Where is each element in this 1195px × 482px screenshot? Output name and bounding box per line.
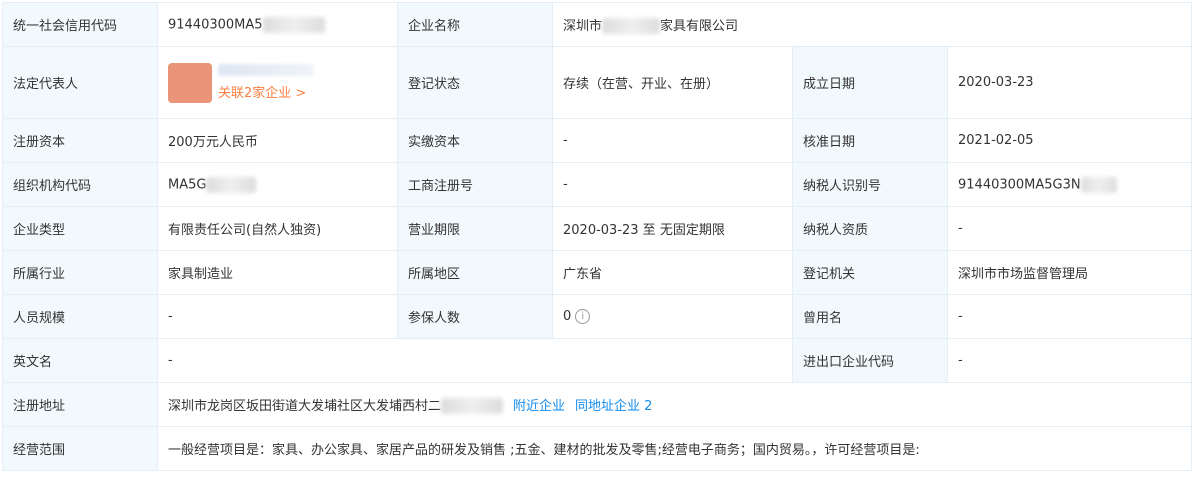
legal-rep-card: 关联2家企业 > [168,62,387,103]
value-insured-count: 0i [552,294,793,339]
row-reg-address: 注册地址 深圳市龙岗区坂田街道大发埔社区大发埔西村二 附近企业 同地址企业 2 [2,382,1192,427]
info-circle-icon[interactable]: i [575,309,591,324]
value-staff-size: - [157,294,398,339]
row-biz-scope: 经营范围 一般经营项目是：家具、办公家具、家居产品的研发及销售 ;五金、建材的批… [2,426,1192,471]
legal-rep-text: 关联2家企业 > [218,64,314,101]
value-reg-address: 深圳市龙岗区坂田街道大发埔社区大发埔西村二 附近企业 同地址企业 2 [157,382,1192,427]
value-reg-status: 存续（在营、开业、在册） [552,46,793,119]
row-credit-code: 统一社会信用代码 91440300MA5 企业名称 深圳市 家具有限公司 [2,2,1192,47]
label-biz-reg-no: 工商注册号 [397,162,553,207]
label-company-name: 企业名称 [397,2,553,47]
nearby-companies-link[interactable]: 附近企业 [513,399,565,414]
label-import-export-code: 进出口企业代码 [792,338,948,383]
value-former-name: - [947,294,1192,339]
value-biz-term: 2020-03-23 至 无固定期限 [552,206,793,251]
value-reg-authority: 深圳市市场监督管理局 [947,250,1192,295]
org-code-text: MA5G [168,177,207,192]
row-org-code: 组织机构代码 MA5G 工商注册号 - 纳税人识别号 91440300MA5G3… [2,162,1192,207]
company-info-table: 统一社会信用代码 91440300MA5 企业名称 深圳市 家具有限公司 法定代表… [2,2,1192,471]
avatar[interactable] [168,62,212,103]
company-name-suffix: 家具有限公司 [660,18,739,34]
value-taxpayer-id: 91440300MA5G3N [947,162,1192,207]
value-founded: 2020-03-23 [947,46,1192,119]
value-credit-code: 91440300MA5 [157,2,398,47]
label-credit-code: 统一社会信用代码 [2,2,158,47]
label-founded: 成立日期 [792,46,948,119]
label-company-type: 企业类型 [2,206,158,251]
value-biz-scope: 一般经营项目是：家具、办公家具、家居产品的研发及销售 ;五金、建材的批发及零售;… [157,426,1192,471]
value-region: 广东省 [552,250,793,295]
label-biz-term: 营业期限 [397,206,553,251]
taxpayer-id-text: 91440300MA5G3N [958,177,1081,192]
value-org-code: MA5G [157,162,398,207]
label-reg-address: 注册地址 [2,382,158,427]
label-industry: 所属行业 [2,250,158,295]
value-industry: 家具制造业 [157,250,398,295]
row-industry: 所属行业 家具制造业 所属地区 广东省 登记机关 深圳市市场监督管理局 [2,250,1192,295]
label-region: 所属地区 [397,250,553,295]
label-taxpayer-id: 纳税人识别号 [792,162,948,207]
value-paid-capital: - [552,118,793,163]
label-reg-authority: 登记机关 [792,250,948,295]
company-name-prefix: 深圳市 [563,18,603,34]
label-legal-rep: 法定代表人 [2,46,158,119]
label-biz-scope: 经营范围 [2,426,158,471]
redacted-credit-code [262,16,325,33]
label-former-name: 曾用名 [792,294,948,339]
value-reg-capital: 200万元人民币 [157,118,398,163]
insured-count-text: 0 [563,309,572,324]
label-org-code: 组织机构代码 [2,162,158,207]
value-import-export-code: - [947,338,1192,383]
label-reg-capital: 注册资本 [2,118,158,163]
value-legal-rep: 关联2家企业 > [157,46,398,119]
value-company-type: 有限责任公司(自然人独资) [157,206,398,251]
reg-address-text: 深圳市龙岗区坂田街道大发埔社区大发埔西村二 [168,398,442,414]
value-english-name: - [157,338,793,383]
value-approval-date: 2021-02-05 [947,118,1192,163]
redacted-legal-rep-name[interactable] [218,64,314,76]
redacted-reg-address [441,398,504,415]
row-staff-size: 人员规模 - 参保人数 0i 曾用名 - [2,294,1192,339]
row-company-type: 企业类型 有限责任公司(自然人独资) 营业期限 2020-03-23 至 无固定… [2,206,1192,251]
value-taxpayer-qual: - [947,206,1192,251]
row-legal-rep: 法定代表人 关联2家企业 > 登记状态 存续（在营、开业、在册） 成立日期 20… [2,46,1192,119]
redacted-company-name [602,18,661,35]
label-taxpayer-qual: 纳税人资质 [792,206,948,251]
label-staff-size: 人员规模 [2,294,158,339]
same-address-companies-link[interactable]: 同地址企业 2 [575,399,652,414]
label-insured-count: 参保人数 [397,294,553,339]
redacted-org-code [206,176,257,193]
credit-code-text: 91440300MA5 [168,17,263,32]
redacted-taxpayer-id [1080,176,1117,193]
value-biz-reg-no: - [552,162,793,207]
row-reg-capital: 注册资本 200万元人民币 实缴资本 - 核准日期 2021-02-05 [2,118,1192,163]
label-english-name: 英文名 [2,338,158,383]
label-approval-date: 核准日期 [792,118,948,163]
value-company-name: 深圳市 家具有限公司 [552,2,1192,47]
related-companies-link[interactable]: 关联2家企业 > [218,82,314,101]
row-english-name: 英文名 - 进出口企业代码 - [2,338,1192,383]
label-paid-capital: 实缴资本 [397,118,553,163]
label-reg-status: 登记状态 [397,46,553,119]
